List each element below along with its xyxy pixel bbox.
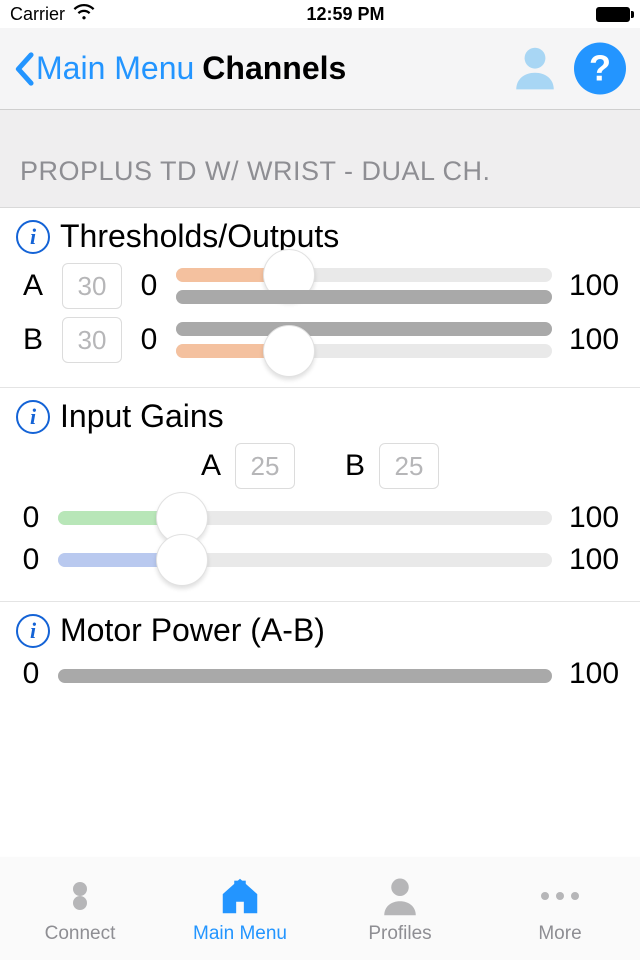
- section-title: Thresholds/Outputs: [60, 218, 339, 255]
- back-button[interactable]: Main Menu: [14, 50, 194, 87]
- main-content: PROPLUS TD W/ WRIST - DUAL CH. i Thresho…: [0, 110, 640, 856]
- tab-bar: Connect Main Menu Profiles More: [0, 856, 640, 960]
- min-label: 0: [134, 269, 164, 303]
- section-title: Input Gains: [60, 398, 224, 435]
- tab-label: Connect: [45, 923, 116, 945]
- info-icon[interactable]: i: [16, 400, 50, 434]
- tab-main-menu[interactable]: Main Menu: [160, 857, 320, 960]
- tab-connect[interactable]: Connect: [0, 857, 160, 960]
- back-label: Main Menu: [36, 50, 194, 87]
- max-label: 100: [564, 323, 624, 357]
- section-title: Motor Power (A-B): [60, 612, 325, 649]
- slider-threshold-b-bottom[interactable]: [176, 344, 552, 358]
- tab-more[interactable]: More: [480, 857, 640, 960]
- plug-icon: [59, 873, 101, 919]
- slider-threshold-a-top[interactable]: [176, 268, 552, 282]
- max-label: 100: [564, 269, 624, 303]
- max-label: 100: [564, 543, 624, 577]
- section-thresholds: i Thresholds/Outputs A 30 0 100 B 30 0: [0, 208, 640, 388]
- motor-slider-row: 0 100: [16, 657, 624, 691]
- section-input-gains: i Input Gains A 25 B 25 0 100 0: [0, 388, 640, 602]
- slider-gain-a[interactable]: [58, 511, 552, 525]
- gain-b-value[interactable]: 25: [379, 443, 439, 489]
- gain-label-b: B: [345, 449, 365, 483]
- gain-label-a: A: [201, 449, 221, 483]
- min-label: 0: [134, 323, 164, 357]
- home-icon: [217, 873, 263, 919]
- min-label: 0: [16, 501, 46, 535]
- wifi-icon: [73, 4, 95, 25]
- tab-profiles[interactable]: Profiles: [320, 857, 480, 960]
- page-title: Channels: [202, 50, 346, 87]
- slider-threshold-b-top[interactable]: [176, 322, 552, 336]
- info-icon[interactable]: i: [16, 614, 50, 648]
- gain-a-value[interactable]: 25: [235, 443, 295, 489]
- gain-slider-b-row: 0 100: [16, 543, 624, 577]
- threshold-row-a: A 30 0 100: [16, 263, 624, 309]
- tab-label: More: [538, 923, 581, 945]
- device-name: PROPLUS TD W/ WRIST - DUAL CH.: [0, 110, 640, 208]
- slider-threshold-a-bottom[interactable]: [176, 290, 552, 304]
- battery-icon: [596, 7, 630, 22]
- status-bar: Carrier 12:59 PM: [0, 0, 640, 28]
- gain-slider-a-row: 0 100: [16, 501, 624, 535]
- max-label: 100: [564, 657, 624, 691]
- threshold-b-value[interactable]: 30: [62, 317, 122, 363]
- more-icon: [537, 873, 583, 919]
- info-icon[interactable]: i: [16, 220, 50, 254]
- carrier-label: Carrier: [10, 4, 65, 25]
- channel-label-b: B: [16, 323, 50, 357]
- min-label: 0: [16, 543, 46, 577]
- max-label: 100: [564, 501, 624, 535]
- channel-label-a: A: [16, 269, 50, 303]
- threshold-a-value[interactable]: 30: [62, 263, 122, 309]
- nav-bar: Main Menu Channels ?: [0, 28, 640, 110]
- slider-gain-b[interactable]: [58, 553, 552, 567]
- help-button[interactable]: ?: [574, 43, 626, 95]
- min-label: 0: [16, 657, 46, 691]
- threshold-row-b: B 30 0 100: [16, 317, 624, 363]
- gain-value-row: A 25 B 25: [16, 443, 624, 489]
- person-icon: [379, 873, 421, 919]
- clock-label: 12:59 PM: [306, 4, 384, 25]
- slider-motor[interactable]: [58, 669, 552, 683]
- section-motor-power: i Motor Power (A-B) 0 100: [0, 602, 640, 715]
- tab-label: Profiles: [368, 923, 431, 945]
- profile-icon[interactable]: [510, 41, 560, 96]
- tab-label: Main Menu: [193, 923, 287, 945]
